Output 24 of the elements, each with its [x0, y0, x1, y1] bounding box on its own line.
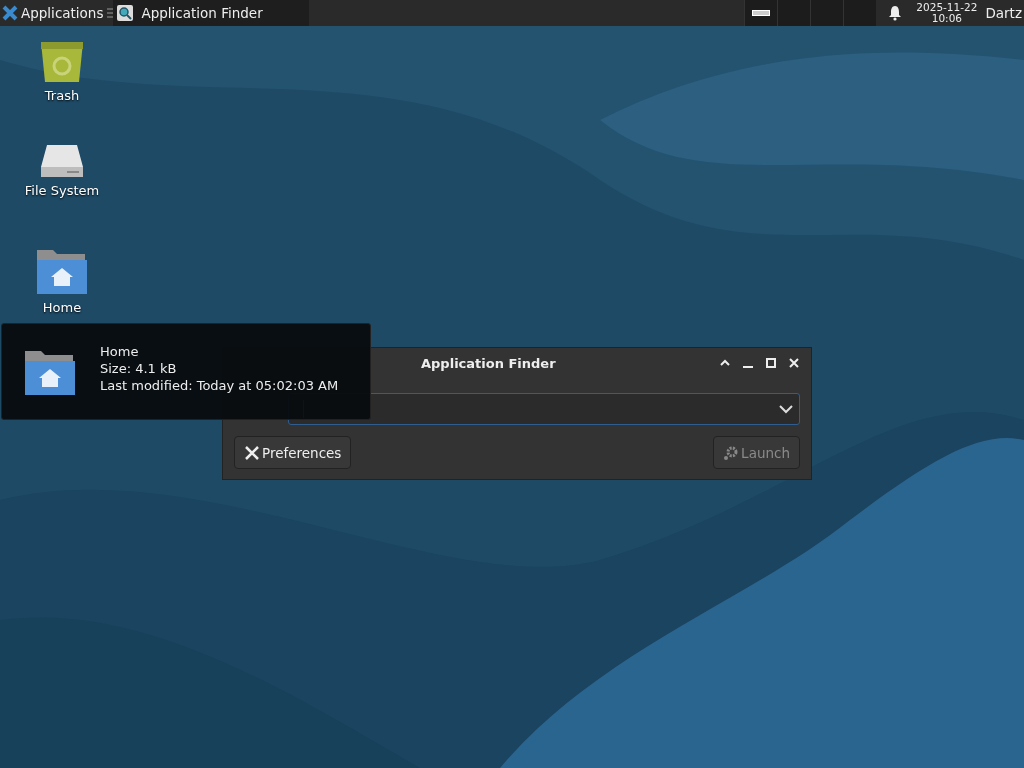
clock[interactable]: 2025-11-22 10:06 [916, 2, 978, 24]
trash-icon[interactable] [39, 40, 85, 84]
tooltip-name: Home [100, 343, 140, 360]
window-icon [752, 10, 771, 16]
close-icon[interactable] [788, 357, 800, 369]
workspace-button[interactable] [744, 0, 778, 26]
x-logo-icon [2, 5, 18, 21]
chevron-down-icon [779, 404, 793, 414]
maximize-icon[interactable] [765, 357, 777, 369]
icon-label[interactable]: File System [24, 183, 100, 198]
taskbar-button[interactable]: Application Finder [113, 0, 310, 26]
bell-icon[interactable] [888, 5, 903, 21]
icon-label[interactable]: Home [42, 300, 82, 315]
tooltip-size: Size: 4.1 kB [100, 360, 178, 377]
applications-menu[interactable]: Applications [0, 0, 108, 26]
user-name[interactable]: Dartz [985, 5, 1022, 21]
handle-icon[interactable] [107, 7, 114, 19]
drive-icon[interactable] [39, 143, 85, 179]
gear-icon [723, 444, 740, 461]
window-title: Application Finder [421, 355, 556, 371]
magnifier-icon [117, 5, 134, 21]
icon-label[interactable]: Trash [44, 88, 80, 103]
preferences-button[interactable]: Preferences [234, 436, 352, 469]
tooltip-modified: Last modified: Today at 05:02:03 AM [100, 377, 339, 394]
